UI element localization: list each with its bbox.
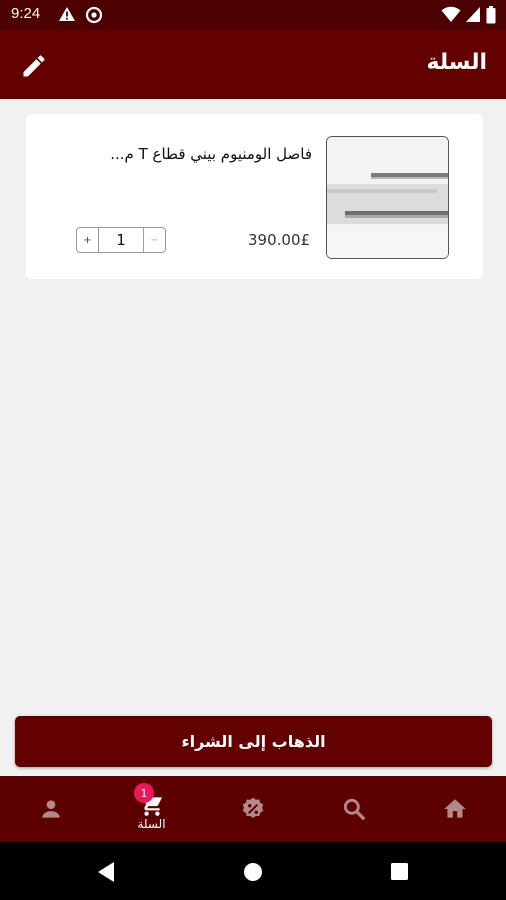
- home-icon: [444, 799, 466, 818]
- wifi-icon: [441, 6, 461, 22]
- nav-item-search[interactable]: [303, 776, 404, 842]
- back-icon[interactable]: [96, 861, 116, 883]
- checkout-button[interactable]: الذهاب إلى الشراء: [15, 716, 492, 767]
- signal-icon: [466, 7, 480, 22]
- page-title: السلة: [426, 50, 487, 75]
- recents-icon[interactable]: [390, 862, 409, 881]
- warning-icon: [59, 7, 75, 21]
- home-circle-icon[interactable]: [243, 862, 263, 882]
- discount-icon: [242, 797, 264, 818]
- status-time: 9:24: [11, 5, 41, 22]
- quantity-stepper: + 1 −: [76, 227, 166, 253]
- search-icon: [343, 798, 365, 820]
- product-thumbnail[interactable]: [326, 136, 449, 259]
- status-bar: 9:24: [0, 0, 506, 30]
- product-image: [327, 137, 448, 258]
- nav-item-cart[interactable]: 1 السلة: [101, 776, 202, 842]
- product-price: 390.00£: [248, 231, 311, 249]
- decrease-quantity-button[interactable]: −: [144, 228, 165, 252]
- data-saver-icon: [85, 6, 103, 24]
- product-name[interactable]: فاصل الومنيوم بيني قطاع T م...: [72, 145, 312, 163]
- person-icon: [42, 800, 60, 818]
- cart-count-badge: 1: [134, 783, 154, 803]
- cart-item-card[interactable]: فاصل الومنيوم بيني قطاع T م... 390.00£ +…: [26, 114, 483, 279]
- nav-label-cart: السلة: [137, 817, 166, 831]
- nav-item-offers[interactable]: [202, 776, 303, 842]
- increase-quantity-button[interactable]: +: [77, 228, 98, 252]
- bottom-nav: 1 السلة: [0, 776, 506, 842]
- system-nav-bar: [0, 842, 506, 900]
- app-bar: السلة: [0, 30, 506, 99]
- battery-icon: [486, 6, 496, 24]
- nav-item-account[interactable]: [0, 776, 101, 842]
- nav-item-home[interactable]: [404, 776, 505, 842]
- quantity-value[interactable]: 1: [98, 228, 144, 252]
- pencil-icon[interactable]: [20, 52, 48, 80]
